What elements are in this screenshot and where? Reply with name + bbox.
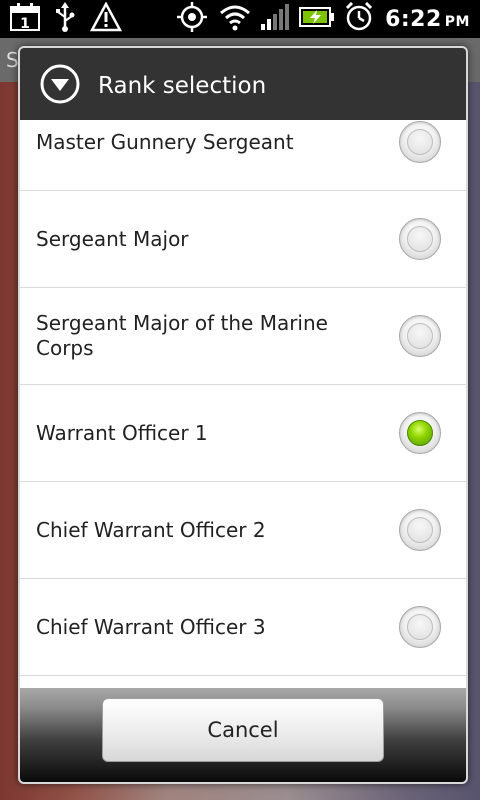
radio-button[interactable] [399, 315, 441, 357]
rank-options-list[interactable]: Master Gunnery Sergeant Sergeant Major S… [20, 120, 466, 688]
list-item-master-gunnery-sergeant[interactable]: Master Gunnery Sergeant [20, 120, 466, 191]
radio-button[interactable] [399, 509, 441, 551]
list-item-chief-warrant-officer-3[interactable]: Chief Warrant Officer 3 [20, 579, 466, 676]
dialog-title: Rank selection [98, 73, 267, 99]
list-item-sergeant-major[interactable]: Sergeant Major [20, 191, 466, 288]
gps-icon [175, 2, 209, 36]
dialog-header: Rank selection [20, 48, 466, 120]
ampm-text: PM [444, 13, 470, 30]
list-item-sergeant-major-of-the-marine-corps[interactable]: Sergeant Major of the Marine Corps [20, 288, 466, 385]
calendar-icon: 1 [10, 3, 40, 35]
radio-button[interactable] [399, 606, 441, 648]
status-time: 6:22 PM [385, 7, 470, 32]
time-text: 6:22 [385, 6, 442, 32]
radio-button[interactable] [399, 218, 441, 260]
dialog-footer: Cancel [20, 688, 466, 782]
status-bar: 1 6:22 PM [0, 0, 480, 38]
cancel-button[interactable]: Cancel [102, 698, 384, 762]
list-item-warrant-officer-1[interactable]: Warrant Officer 1 [20, 385, 466, 482]
signal-icon [261, 4, 290, 34]
warning-icon [89, 1, 123, 36]
battery-charging-icon [299, 5, 335, 33]
rank-selection-dialog: Rank selection Master Gunnery Sergeant S… [18, 46, 468, 784]
chevron-down-circle-icon [40, 64, 80, 104]
option-label: Warrant Officer 1 [36, 420, 208, 445]
alarm-icon [345, 1, 373, 36]
option-label: Chief Warrant Officer 3 [36, 614, 266, 639]
option-label: Sergeant Major of the Marine Corps [36, 311, 328, 360]
calendar-day: 1 [20, 16, 30, 31]
option-label: Chief Warrant Officer 2 [36, 517, 266, 542]
list-item-chief-warrant-officer-2[interactable]: Chief Warrant Officer 2 [20, 482, 466, 579]
radio-button[interactable] [399, 121, 441, 163]
usb-icon [54, 2, 76, 36]
radio-button-selected[interactable] [399, 412, 441, 454]
option-label: Sergeant Major [36, 226, 189, 251]
option-label: Master Gunnery Sergeant [36, 129, 294, 154]
wifi-icon [219, 3, 251, 35]
